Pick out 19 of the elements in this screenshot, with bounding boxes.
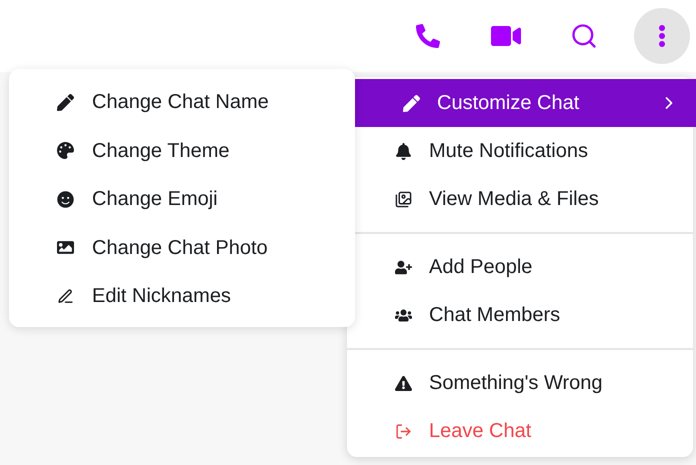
image-icon <box>57 239 74 256</box>
pencil-icon <box>403 94 420 112</box>
menu-item[interactable]: Leave Chat <box>347 407 693 455</box>
palette-icon <box>57 142 74 160</box>
people-icon <box>395 306 412 324</box>
warning-icon <box>395 374 412 392</box>
pencil-icon <box>57 94 74 111</box>
smiley-icon <box>57 190 74 208</box>
images-icon <box>395 190 412 208</box>
bell-icon <box>395 142 412 160</box>
more-options-icon <box>659 25 665 47</box>
menu-item[interactable]: Something's Wrong <box>347 359 693 407</box>
phone-icon <box>416 24 440 48</box>
search-icon <box>570 22 598 50</box>
add-person-icon <box>395 258 412 276</box>
pen-line-icon <box>57 288 74 305</box>
exit-icon <box>395 422 412 440</box>
submenu-item[interactable]: Change Chat Name <box>9 78 355 126</box>
menu-item[interactable]: Customize Chat <box>355 79 696 127</box>
